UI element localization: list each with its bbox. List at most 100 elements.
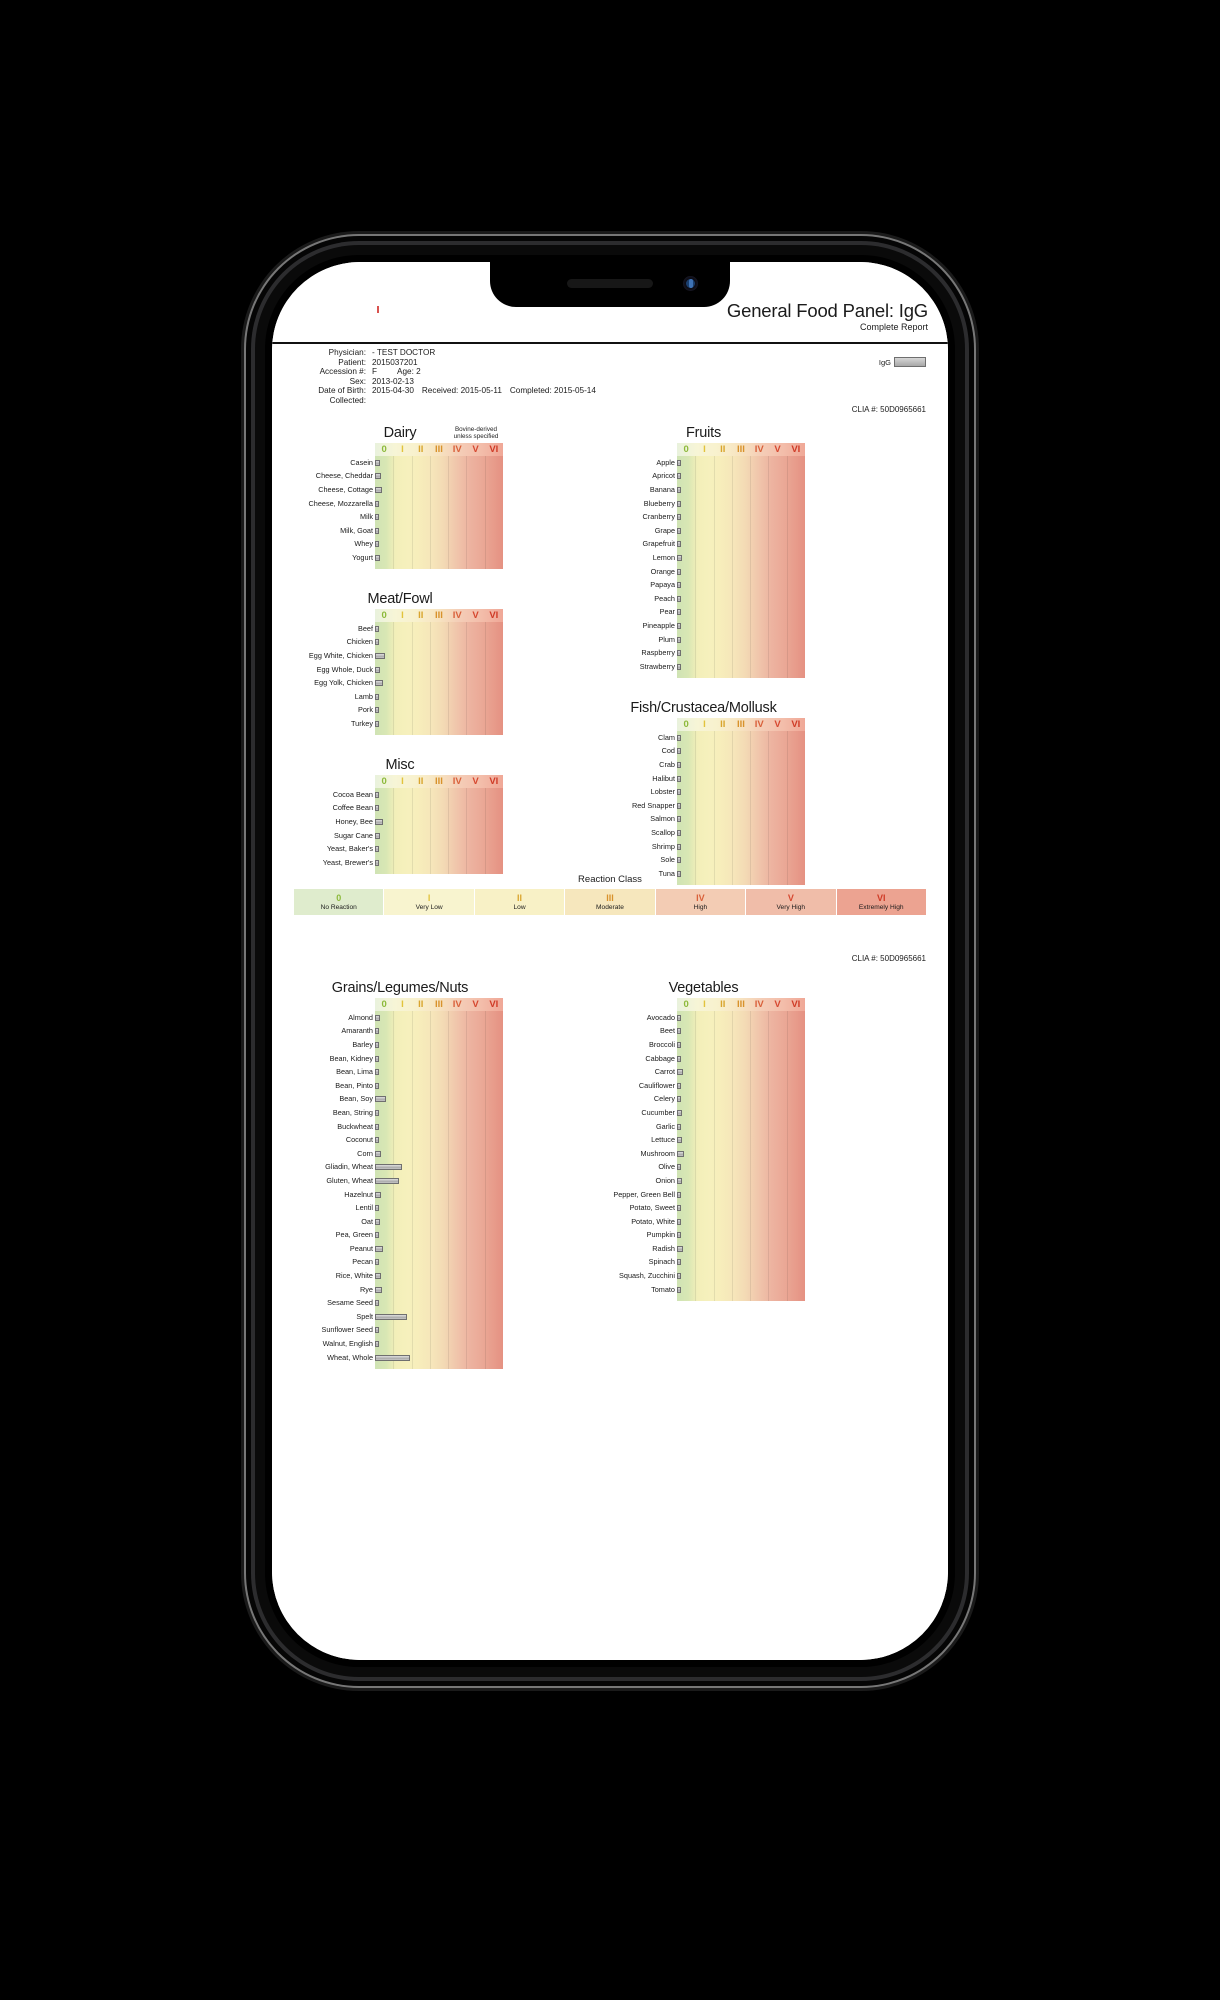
allergen-label: Celery	[653, 1094, 675, 1104]
allergen-label: Bean, Lima	[336, 1067, 373, 1077]
reaction-bar	[677, 1259, 681, 1266]
allergen-row: Rice, White	[336, 1269, 503, 1283]
allergen-row: Sugar Cane	[334, 829, 503, 843]
allergen-label: Cheese, Mozzarella	[308, 498, 374, 508]
allergen-label: Bean, Kidney	[329, 1053, 373, 1063]
allergen-row: Potato, White	[631, 1215, 805, 1229]
allergen-label: Peanut	[349, 1243, 373, 1253]
reaction-bar	[677, 473, 681, 480]
allergen-label: Rice, White	[335, 1271, 373, 1281]
allergen-label: Lentil	[355, 1203, 373, 1213]
allergen-label: Strawberry	[639, 661, 675, 671]
allergen-row: Amaranth	[341, 1025, 503, 1039]
reaction-bar	[677, 595, 681, 602]
allergen-rows: Avocado Beet Broccoli Cabbage Carrot Cauliflo…	[613, 1011, 805, 1296]
panel-title: Misc	[385, 757, 415, 773]
allergen-label: Walnut, English	[322, 1339, 373, 1349]
reaction-bar	[375, 1041, 379, 1048]
allergen-rows: Beef Chicken Egg White, Chicken Egg Whole, …	[309, 622, 503, 731]
allergen-row: Celery	[654, 1093, 805, 1107]
reaction-bar	[375, 514, 379, 521]
reaction-bar	[677, 1028, 681, 1035]
reaction-bar	[375, 1055, 379, 1062]
earpiece-speaker-icon	[567, 279, 653, 288]
class-header-II: II	[418, 610, 424, 621]
allergen-row: Whey	[354, 538, 503, 552]
reaction-bar	[375, 639, 379, 646]
allergen-row: Garlic	[656, 1120, 805, 1134]
legend-title: Reaction Class	[578, 874, 642, 885]
allergen-label: Apple	[656, 457, 675, 467]
allergen-label: Yeast, Baker's	[326, 844, 373, 854]
allergen-row: Apricot	[652, 470, 805, 484]
reaction-bar	[677, 1205, 681, 1212]
allergen-label: Cheese, Cheddar	[315, 471, 373, 481]
reaction-bar	[677, 663, 681, 670]
allergen-row: Crab	[659, 758, 805, 772]
allergen-row: Coconut	[346, 1133, 503, 1147]
class-header-row: 0 I II III IV V VI	[375, 609, 503, 622]
phone-screen[interactable]: General Food Panel: IgG Complete Report …	[272, 262, 948, 1660]
panel-fruits: Fruits 0 I II III IV V VI Apple Apricot Banana Blue…	[602, 425, 805, 678]
panel-chart: 0 I II III IV V VI Clam Cod Crab Halibut Lobster Red…	[632, 718, 805, 885]
allergen-row: Clam	[658, 731, 805, 745]
class-header-III: III	[737, 719, 745, 730]
reaction-bar	[677, 1082, 681, 1089]
value-dob: 2013-02-13	[372, 376, 414, 386]
allergen-label: Milk	[360, 512, 373, 522]
allergen-label: Avocado	[646, 1012, 675, 1022]
allergen-label: Plum	[658, 634, 675, 644]
allergen-label: Casein	[350, 457, 373, 467]
class-header-II: II	[720, 999, 726, 1010]
allergen-label: Pumpkin	[646, 1230, 675, 1240]
reaction-bar	[375, 500, 380, 507]
panel-title: Vegetables	[668, 980, 739, 996]
reaction-bar	[677, 843, 681, 850]
reaction-bar	[375, 1082, 380, 1089]
reaction-bar	[375, 693, 379, 700]
class-header-row: 0 I II III IV V VI	[677, 718, 805, 731]
allergen-label: Buckwheat	[337, 1121, 373, 1131]
allergen-label: Banana	[649, 484, 675, 494]
allergen-label: Papaya	[650, 580, 675, 590]
value-collected: 2015-04-30	[372, 386, 414, 396]
reaction-bar	[375, 791, 379, 798]
reaction-bar	[677, 789, 681, 796]
reaction-bar	[677, 650, 681, 657]
allergen-row: Yeast, Baker's	[327, 842, 503, 856]
reaction-bar	[375, 486, 382, 493]
label-received: Received:	[421, 386, 459, 396]
allergen-row: Bean, Lima	[336, 1065, 503, 1079]
allergen-row: Chicken	[347, 636, 503, 650]
patient-info-values: - TEST DOCTOR 2015037201 F Age: 2 2013-02…	[372, 348, 596, 396]
reaction-bar	[375, 1137, 379, 1144]
allergen-rows: Cocoa Bean Coffee Bean Honey, Bee Sugar Can…	[323, 788, 503, 870]
allergen-row: Cheese, Mozzarella	[309, 497, 503, 511]
class-header-VI: VI	[489, 444, 499, 455]
allergen-label: Carrot	[654, 1067, 675, 1077]
reaction-bar	[677, 1137, 682, 1144]
allergen-rows: Almond Amaranth Barley Bean, Kidney Bean, Li…	[321, 1011, 503, 1364]
allergen-row: Honey, Bee	[335, 815, 503, 829]
allergen-label: Cranberry	[642, 512, 675, 522]
reaction-bar	[375, 680, 384, 687]
class-header-row: 0 I II III IV V VI	[375, 998, 503, 1011]
reaction-bar	[375, 1313, 407, 1320]
reaction-bar	[677, 1164, 681, 1171]
allergen-row: Carrot	[655, 1065, 805, 1079]
allergen-row: Rye	[360, 1283, 503, 1297]
allergen-label: Squash, Zucchini	[619, 1271, 675, 1281]
allergen-row: Peanut	[350, 1242, 503, 1256]
reaction-bar	[375, 1109, 379, 1116]
panel-chart: 0 I II III IV V VI Cocoa Bean Coffee Bean Honey, …	[323, 775, 503, 874]
class-header-V: V	[472, 444, 479, 455]
allergen-row: Radish	[652, 1242, 805, 1256]
logo-icon	[377, 306, 379, 313]
report-subtitle: Complete Report	[859, 322, 928, 332]
panel-note-line-1: Bovine-derived	[454, 426, 497, 433]
allergen-label: Sole	[660, 855, 675, 865]
allergen-row: Peach	[654, 592, 805, 606]
class-header-V: V	[774, 719, 781, 730]
allergen-row: Halibut	[652, 772, 805, 786]
allergen-label: Apricot	[652, 471, 675, 481]
